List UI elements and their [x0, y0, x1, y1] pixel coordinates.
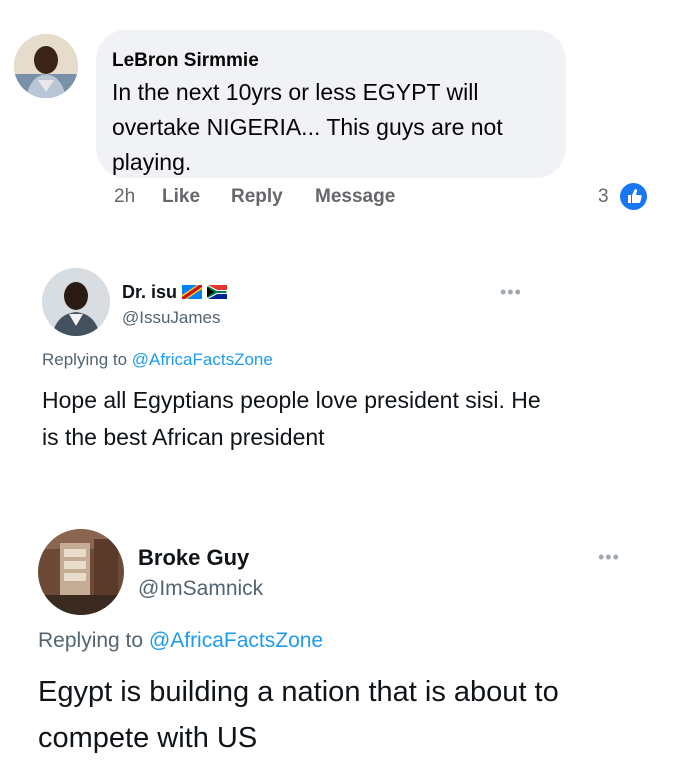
replying-to: Replying to @AfricaFactsZone	[42, 350, 273, 370]
tweet-author-name[interactable]: Dr. isu	[122, 282, 228, 304]
replying-to-label: Replying to	[38, 629, 144, 652]
more-options-icon[interactable]: •••	[598, 547, 620, 568]
message-button[interactable]: Message	[315, 186, 395, 208]
tweet-author-name[interactable]: Broke Guy	[138, 545, 249, 571]
reply-button[interactable]: Reply	[231, 186, 283, 208]
commenter-avatar[interactable]	[14, 34, 78, 98]
tweet-text: Hope all Egyptians people love president…	[42, 387, 541, 450]
tweet-handle[interactable]: @IssuJames	[122, 308, 221, 328]
thumbs-up-icon[interactable]	[620, 183, 647, 210]
congo-flag-icon	[182, 283, 203, 304]
tweet-avatar[interactable]	[38, 529, 124, 615]
comment-time[interactable]: 2h	[114, 186, 135, 208]
replying-to: Replying to @AfricaFactsZone	[38, 629, 323, 653]
tweet-handle[interactable]: @ImSamnick	[138, 577, 263, 601]
like-button[interactable]: Like	[162, 186, 200, 208]
mention-link[interactable]: @AfricaFactsZone	[132, 350, 273, 369]
tweet-text: Egypt is building a nation that is about…	[38, 676, 559, 754]
facebook-comment: LeBron Sirmmie In the next 10yrs or less…	[0, 0, 673, 240]
south-africa-flag-icon	[206, 283, 228, 304]
tweet-reply-2: Broke Guy @ImSamnick ••• Replying to @Af…	[0, 515, 673, 776]
commenter-name[interactable]: LeBron Sirmmie	[112, 50, 259, 72]
tweet-reply-1: Dr. isu @IssuJames ••• Replying to @Afri…	[0, 250, 673, 505]
author-name-text: Dr. isu	[122, 282, 178, 302]
comment-text: In the next 10yrs or less EGYPT will ove…	[112, 79, 503, 175]
mention-link[interactable]: @AfricaFactsZone	[149, 629, 323, 652]
replying-to-label: Replying to	[42, 350, 128, 369]
tweet-avatar[interactable]	[42, 268, 110, 336]
more-options-icon[interactable]: •••	[500, 282, 522, 303]
reaction-count[interactable]: 3	[598, 186, 609, 208]
